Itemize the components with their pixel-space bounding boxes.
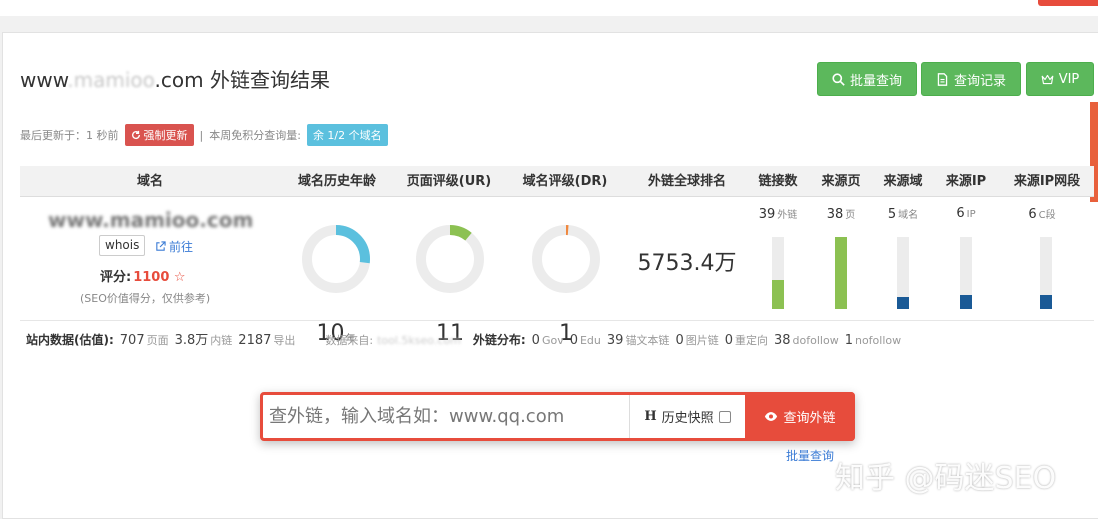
crown-icon — [1041, 74, 1054, 84]
site-stats-label: 站内数据(估值): — [26, 333, 114, 347]
score-value: 1100 — [133, 270, 170, 285]
history-snapshot-checkbox[interactable] — [718, 410, 731, 423]
header-source-ip: 来源IP — [945, 174, 987, 189]
header-links: 链接数 — [758, 174, 798, 189]
data-source-value: tool.5kseo.com — [377, 334, 461, 347]
star-icon[interactable]: ☆ — [174, 270, 186, 285]
score-note: (SEO价值得分，仅供参考) — [80, 292, 211, 305]
seo-score: 评分: 1100 ☆ — [100, 266, 186, 285]
header-ur: 页面评级(UR) — [406, 174, 492, 189]
search-bar: H 历史快照 查询外链 — [260, 392, 855, 441]
header-source-pages: 来源页 — [821, 174, 861, 189]
source-ip-bar — [960, 237, 972, 309]
source-pages-bar-fill — [835, 237, 847, 309]
search-input[interactable] — [263, 395, 629, 438]
age-donut-chart — [302, 225, 370, 293]
title-domain-prefix: www — [20, 68, 68, 92]
source-domains-count: 5 域名 — [887, 207, 919, 222]
source-domains-bar — [897, 237, 909, 309]
update-meta: 最后更新于：1 秒前 强制更新 | 本周免积分查询量: 余 1/2 个域名 — [20, 124, 388, 146]
header-rank: 外链全球排名 — [647, 174, 726, 189]
header-source-domains: 来源域 — [883, 174, 923, 189]
history-snapshot-toggle[interactable]: H 历史快照 — [629, 395, 745, 438]
score-label: 评分: — [100, 270, 132, 285]
dr-donut: 1 — [531, 224, 601, 346]
batch-query-button[interactable]: 批量查询 — [817, 62, 917, 96]
source-ip-bar-fill — [960, 295, 972, 309]
header-domain: 域名 — [136, 174, 163, 189]
domain-name: www.mamioo.com — [48, 208, 254, 232]
page-title: www.mamioo.com 外链查询结果 — [20, 64, 330, 93]
header-age: 域名历史年龄 — [297, 174, 376, 189]
quota-label: 本周免积分查询量: — [209, 129, 301, 142]
site-stats: 站内数据(估值): 707 页面 3.8万 内链 2187 导出 数据来自: tool.… — [26, 333, 902, 348]
header-dr: 域名评级(DR) — [522, 174, 608, 189]
title-domain-blurred: .mamioo — [67, 68, 155, 92]
history-snapshot-label: 历史快照 — [661, 411, 714, 426]
document-icon — [937, 72, 948, 86]
global-rank-value: 5753.4万 — [637, 251, 737, 276]
batch-query-label: 批量查询 — [849, 73, 902, 89]
top-accent-button[interactable] — [1038, 0, 1098, 6]
source-ip-count: 6 IP — [956, 206, 976, 221]
query-links-button[interactable]: 查询外链 — [745, 392, 855, 441]
header-source-ip-segment: 来源IP网段 — [1013, 174, 1081, 189]
ur-donut-chart — [416, 225, 484, 293]
quota-badge: 余 1/2 个域名 — [306, 124, 388, 146]
table-header: 域名 域名历史年龄 页面评级(UR) 域名评级(DR) 外链全球排名 链接数 来… — [20, 166, 1094, 197]
age-donut: 10 年 — [301, 224, 371, 346]
top-bar — [0, 0, 1098, 16]
history-h-icon: H — [644, 409, 657, 424]
dr-donut-chart — [532, 225, 600, 293]
source-ip-segment-count: 6 C段 — [1028, 207, 1056, 222]
batch-query-link[interactable]: 批量查询 — [786, 447, 834, 464]
source-domains-bar-fill — [897, 297, 909, 309]
updated-text: 最后更新于：1 秒前 — [20, 129, 119, 142]
meta-separator: | — [199, 128, 204, 142]
vip-button[interactable]: VIP — [1026, 62, 1094, 96]
external-link-icon — [156, 241, 166, 251]
refresh-icon — [131, 130, 140, 140]
links-bar — [772, 237, 784, 309]
eye-icon — [765, 412, 778, 421]
links-count: 39 外链 — [758, 207, 798, 222]
query-history-label: 查询记录 — [953, 73, 1006, 89]
title-suffix: .com 外链查询结果 — [154, 68, 330, 92]
whois-button[interactable]: whois — [99, 235, 146, 256]
force-update-button[interactable]: 强制更新 — [124, 124, 194, 146]
goto-link[interactable]: 前往 — [155, 238, 193, 255]
source-ip-segment-bar — [1040, 237, 1052, 309]
search-icon — [832, 72, 845, 86]
watermark: 知乎 @码迷SEO — [835, 461, 1057, 496]
source-pages-bar — [835, 237, 847, 309]
query-history-button[interactable]: 查询记录 — [921, 62, 1021, 96]
link-distribution-label: 外链分布: — [472, 333, 526, 347]
source-pages-count: 38 页 — [826, 207, 856, 222]
data-source-label: 数据来自: — [325, 334, 374, 347]
vip-label: VIP — [1058, 71, 1080, 87]
ur-donut: 11 — [415, 224, 485, 346]
source-ip-segment-bar-fill — [1040, 295, 1052, 309]
links-bar-fill — [772, 280, 784, 309]
